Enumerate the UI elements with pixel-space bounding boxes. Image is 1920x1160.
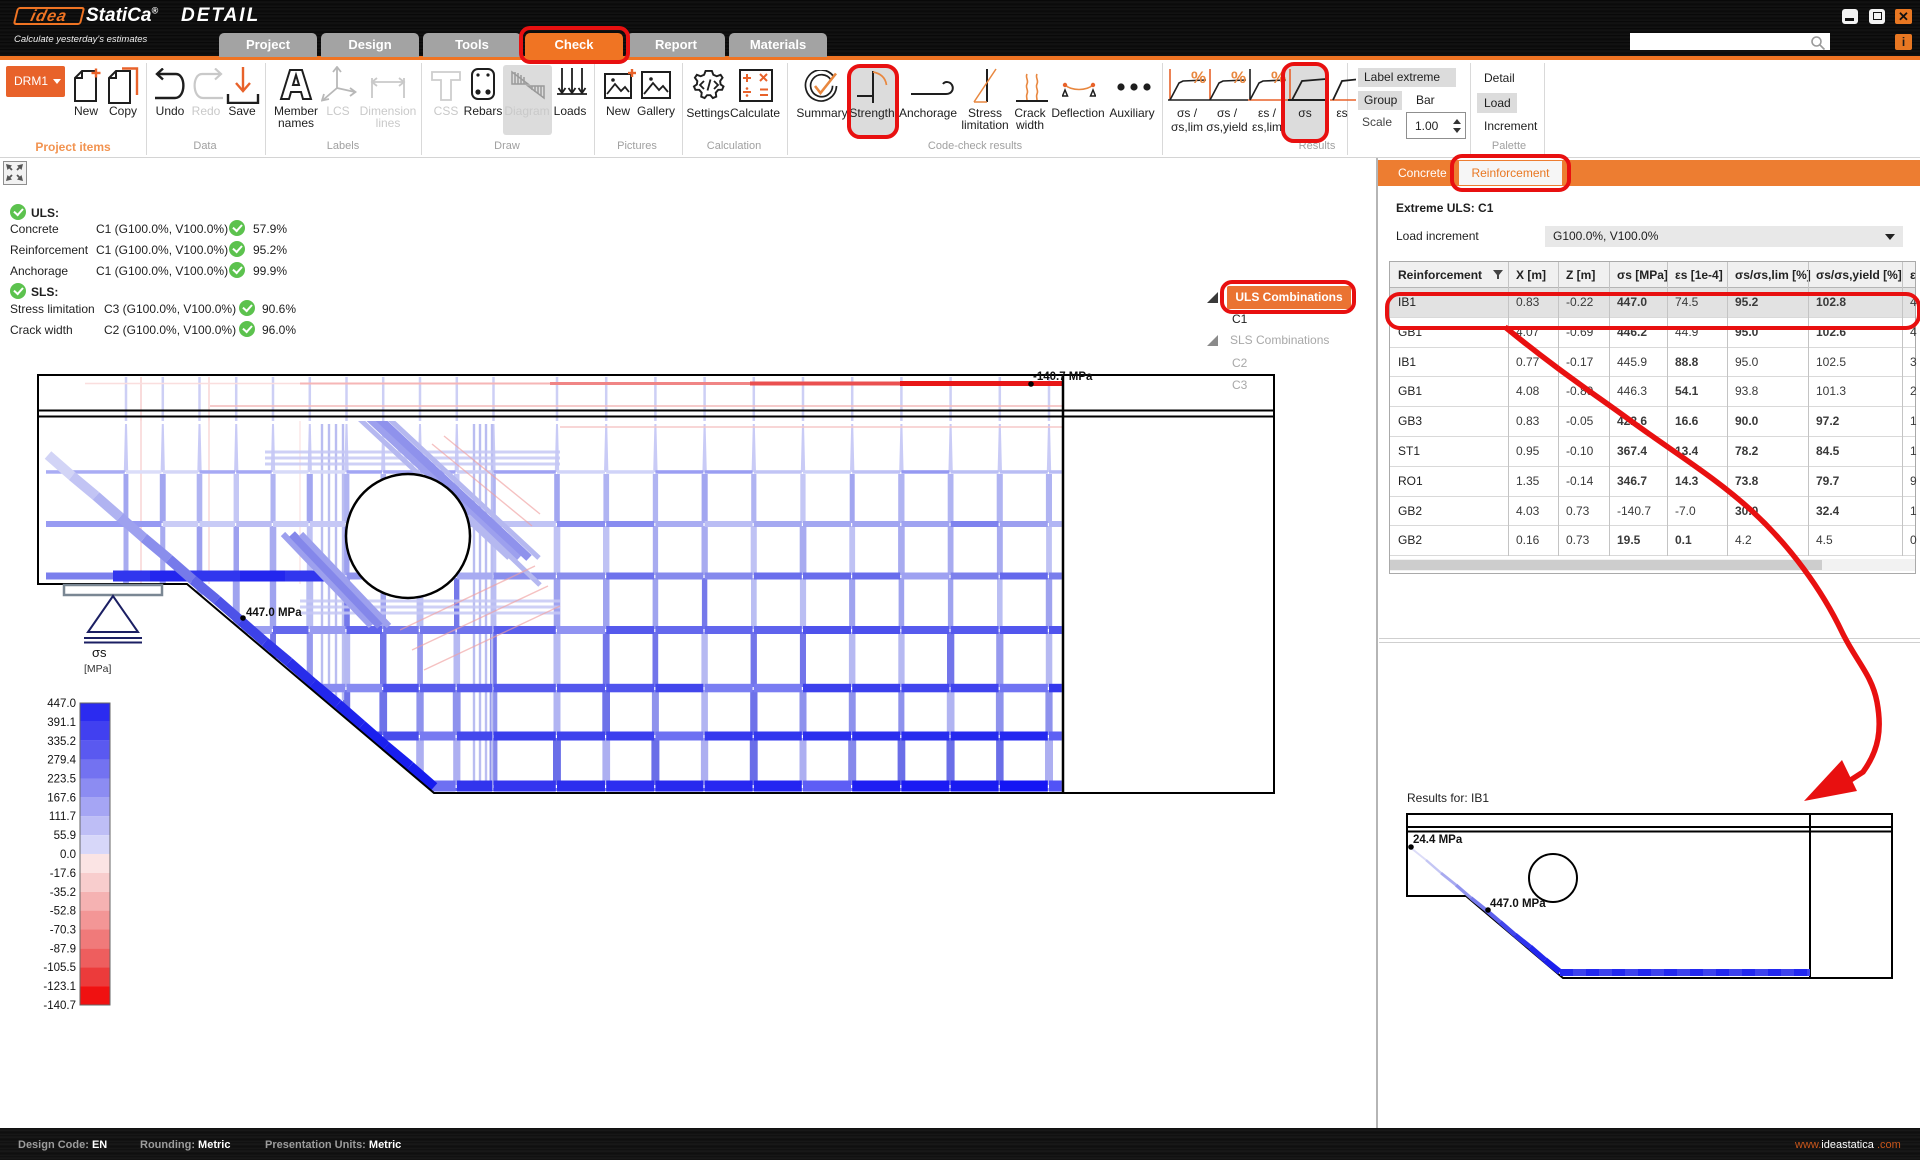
svg-text:-105.5: -105.5	[43, 962, 76, 974]
svg-text:-70.3: -70.3	[50, 925, 76, 937]
svg-text:-17.6: -17.6	[50, 868, 76, 880]
svg-text:279.4: 279.4	[47, 755, 76, 767]
svg-text:%: %	[1191, 68, 1206, 87]
svg-text:-140.7 MPa: -140.7 MPa	[1033, 371, 1093, 383]
svg-text:111.7: 111.7	[49, 811, 76, 823]
svg-text:223.5: 223.5	[47, 774, 76, 786]
svg-text:447.0 MPa: 447.0 MPa	[246, 607, 302, 619]
svg-text:%: %	[1271, 68, 1286, 87]
svg-text:-52.8: -52.8	[50, 906, 76, 918]
svg-text:0.0: 0.0	[60, 849, 76, 861]
svg-text:[MPa]: [MPa]	[84, 663, 112, 675]
svg-text:391.1: 391.1	[47, 717, 76, 729]
svg-text:335.2: 335.2	[47, 736, 76, 748]
svg-text:-35.2: -35.2	[50, 887, 76, 899]
svg-text:-123.1: -123.1	[43, 981, 76, 993]
svg-text:-87.9: -87.9	[50, 943, 76, 955]
svg-text:55.9: 55.9	[54, 830, 76, 842]
svg-text:%: %	[1231, 68, 1246, 87]
svg-text:24.4 MPa: 24.4 MPa	[1413, 834, 1463, 846]
svg-text:447.0 MPa: 447.0 MPa	[1490, 898, 1546, 910]
svg-text:σs: σs	[92, 645, 107, 660]
svg-text:-140.7: -140.7	[43, 1000, 76, 1012]
svg-text:447.0: 447.0	[47, 698, 76, 710]
svg-text:167.6: 167.6	[47, 792, 76, 804]
